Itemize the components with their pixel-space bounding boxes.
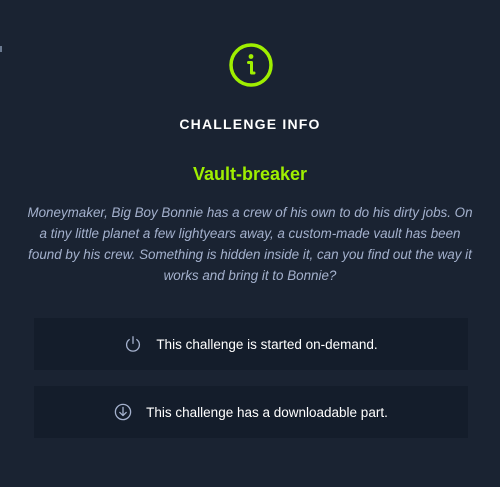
download-icon	[114, 403, 132, 421]
challenge-info-modal: CHALLENGE INFO Vault-breaker Moneymaker,…	[0, 0, 500, 487]
challenge-title: Vault-breaker	[192, 164, 308, 184]
power-icon	[126, 336, 141, 352]
info-icon	[229, 43, 273, 87]
downloadable-info-card: This challenge has a downloadable part.	[34, 386, 468, 438]
scrollbar-edge	[0, 46, 2, 52]
downloadable-text: This challenge has a downloadable part.	[146, 404, 388, 420]
challenge-description: Moneymaker, Big Boy Bonnie has a crew of…	[27, 205, 473, 283]
on-demand-info-card: This challenge is started on-demand.	[34, 318, 468, 370]
section-heading: CHALLENGE INFO	[179, 116, 321, 132]
on-demand-text: This challenge is started on-demand.	[156, 336, 378, 352]
